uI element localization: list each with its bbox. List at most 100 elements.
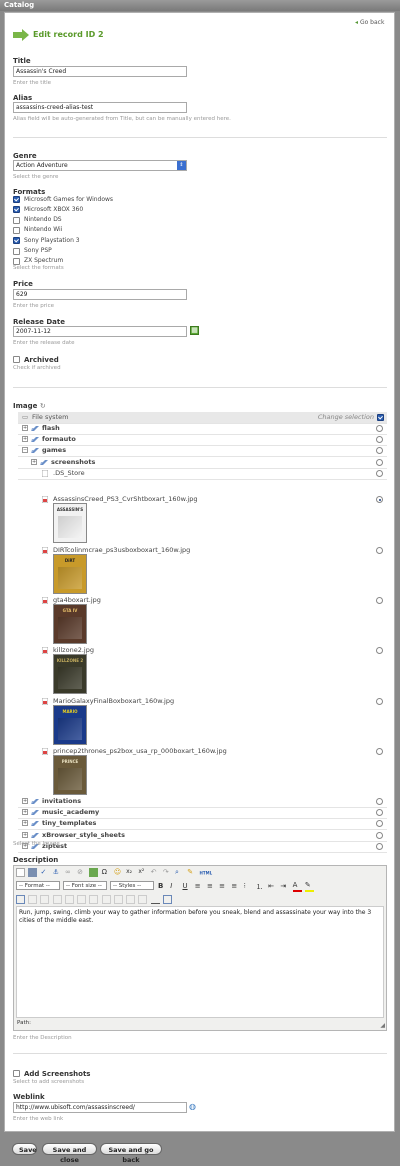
go-back-link[interactable]: ◂ Go back — [355, 19, 384, 26]
select-radio[interactable] — [376, 597, 383, 604]
tree-image-row[interactable]: AssassinsCreed_PS3_CvrShtboxart_160w.jpg… — [18, 494, 387, 544]
special-char-icon[interactable]: Ω — [102, 868, 111, 877]
save-and-go-back-button[interactable]: Save and go back — [100, 1143, 162, 1164]
spellcheck-icon[interactable]: ✓ — [40, 868, 49, 877]
find-icon[interactable]: ⌕ — [175, 868, 184, 877]
underline-icon[interactable]: U — [182, 882, 191, 891]
subscript-icon[interactable]: x₂ — [126, 868, 135, 877]
select-radio[interactable] — [376, 748, 383, 755]
resize-handle-icon[interactable]: ◢ — [380, 1022, 385, 1029]
tree-folder-row[interactable]: + tiny_templates — [18, 818, 387, 831]
indent-icon[interactable]: ⇥ — [280, 882, 289, 891]
tree-file-row[interactable]: .DS_Store — [18, 468, 387, 480]
editor-content[interactable]: Run, jump, swing, climb your way to gath… — [16, 906, 384, 1018]
bold-icon[interactable]: B — [158, 882, 167, 891]
tree-folder-row[interactable]: + flash — [18, 423, 387, 435]
highlight-color-icon[interactable]: ✎ — [304, 881, 314, 892]
undo-icon[interactable]: ↶ — [151, 868, 160, 877]
select-radio[interactable] — [376, 831, 383, 839]
insert-image-icon[interactable] — [89, 868, 99, 877]
weblink-input[interactable]: http://www.ubisoft.com/assassinscreed/ — [13, 1102, 187, 1113]
select-radio[interactable] — [376, 458, 383, 466]
expand-toggle-icon[interactable]: + — [22, 809, 28, 816]
expand-toggle-icon[interactable]: + — [31, 458, 37, 465]
tree-folder-row[interactable]: + formauto — [18, 434, 387, 447]
align-left-icon[interactable]: ≡ — [195, 882, 204, 891]
outdent-icon[interactable]: ⇤ — [268, 882, 277, 891]
align-justify-icon[interactable]: ≡ — [231, 882, 240, 891]
insert-row-after-icon[interactable] — [64, 894, 74, 904]
styles-select[interactable]: -- Styles -- — [110, 881, 154, 890]
format-select[interactable]: -- Format -- — [16, 881, 60, 890]
tree-folder-row[interactable]: + music_academy — [18, 807, 387, 820]
superscript-icon[interactable]: x² — [138, 868, 147, 877]
visual-aid-icon[interactable] — [162, 894, 172, 904]
save-button[interactable]: Save — [12, 1143, 37, 1155]
tree-folder-row[interactable]: + ziptest — [18, 841, 387, 853]
select-radio[interactable] — [376, 496, 383, 503]
insert-col-before-icon[interactable] — [89, 894, 99, 904]
new-document-icon[interactable] — [16, 868, 25, 877]
expand-toggle-icon[interactable]: + — [22, 798, 28, 804]
expand-toggle-icon[interactable]: + — [22, 831, 28, 838]
expand-toggle-icon[interactable]: + — [22, 436, 28, 443]
horizontal-rule-icon[interactable] — [150, 894, 160, 904]
select-radio[interactable] — [376, 798, 383, 805]
tree-folder-row[interactable]: + invitations — [18, 796, 387, 808]
insert-col-after-icon[interactable] — [101, 894, 111, 904]
table-icon[interactable] — [16, 894, 25, 904]
bullet-list-icon[interactable]: ⁝ — [244, 882, 253, 891]
release-date-input[interactable]: 2007-11-12 — [13, 326, 187, 337]
emoticon-icon[interactable]: ☺ — [114, 868, 123, 877]
select-radio[interactable] — [376, 647, 383, 654]
expand-toggle-icon[interactable]: − — [22, 447, 28, 454]
table-row-props-icon[interactable] — [28, 894, 38, 904]
merge-cells-icon[interactable] — [138, 894, 148, 904]
title-input[interactable]: Assassin's Creed — [13, 66, 187, 77]
format-checkbox[interactable] — [13, 257, 20, 265]
select-radio[interactable] — [376, 436, 383, 444]
format-checkbox[interactable] — [13, 196, 20, 203]
genre-select[interactable]: Action Adventure ⇕ — [13, 160, 187, 171]
select-radio[interactable] — [376, 809, 383, 817]
price-input[interactable]: 629 — [13, 289, 187, 300]
insert-row-before-icon[interactable] — [52, 894, 62, 904]
save-and-close-button[interactable]: Save and close — [42, 1143, 97, 1164]
expand-toggle-icon[interactable]: + — [22, 425, 28, 431]
globe-icon[interactable]: ◍ — [189, 1102, 196, 1112]
delete-row-icon[interactable] — [77, 894, 87, 904]
cleanup-icon[interactable]: ✎ — [187, 868, 196, 877]
format-checkbox[interactable] — [13, 226, 20, 234]
delete-col-icon[interactable] — [113, 894, 123, 904]
change-selection-checkbox[interactable] — [377, 414, 384, 421]
format-checkbox[interactable] — [13, 216, 20, 224]
numbered-list-icon[interactable]: ⒈ — [256, 882, 265, 891]
italic-icon[interactable]: I — [170, 882, 179, 891]
align-center-icon[interactable]: ≡ — [207, 882, 216, 891]
add-screenshots-checkbox[interactable] — [13, 1070, 20, 1077]
split-cells-icon[interactable] — [126, 894, 136, 904]
tree-folder-row[interactable]: − games — [18, 445, 387, 458]
format-checkbox[interactable] — [13, 206, 20, 214]
select-radio[interactable] — [376, 820, 383, 828]
unlink-icon[interactable]: ⊘ — [77, 868, 86, 877]
archived-checkbox[interactable] — [13, 356, 20, 363]
text-color-icon[interactable]: A — [292, 881, 302, 892]
select-radio[interactable] — [376, 547, 383, 554]
format-checkbox[interactable] — [13, 247, 20, 255]
tree-folder-row[interactable]: + xBrowser_style_sheets — [18, 830, 387, 842]
select-radio[interactable] — [376, 447, 383, 455]
tree-folder-row[interactable]: + screenshots — [18, 457, 387, 469]
expand-toggle-icon[interactable]: + — [22, 820, 28, 827]
calendar-icon[interactable]: ▦ — [190, 326, 199, 335]
html-button[interactable]: HTML — [200, 871, 213, 876]
select-radio[interactable] — [376, 698, 383, 705]
select-radio[interactable] — [376, 469, 383, 477]
tree-image-row[interactable]: DIRTcolinmcrae_ps3usboxboxart_160w.jpg Di… — [18, 545, 387, 595]
format-checkbox[interactable] — [13, 237, 20, 245]
align-right-icon[interactable]: ≡ — [219, 882, 228, 891]
select-radio[interactable] — [376, 425, 383, 432]
tree-image-row[interactable]: killzone2.jpg KILLZONE 2 — [18, 645, 387, 695]
anchor-icon[interactable]: ⚓ — [53, 868, 62, 877]
font-size-select[interactable]: -- Font size -- — [63, 881, 107, 890]
